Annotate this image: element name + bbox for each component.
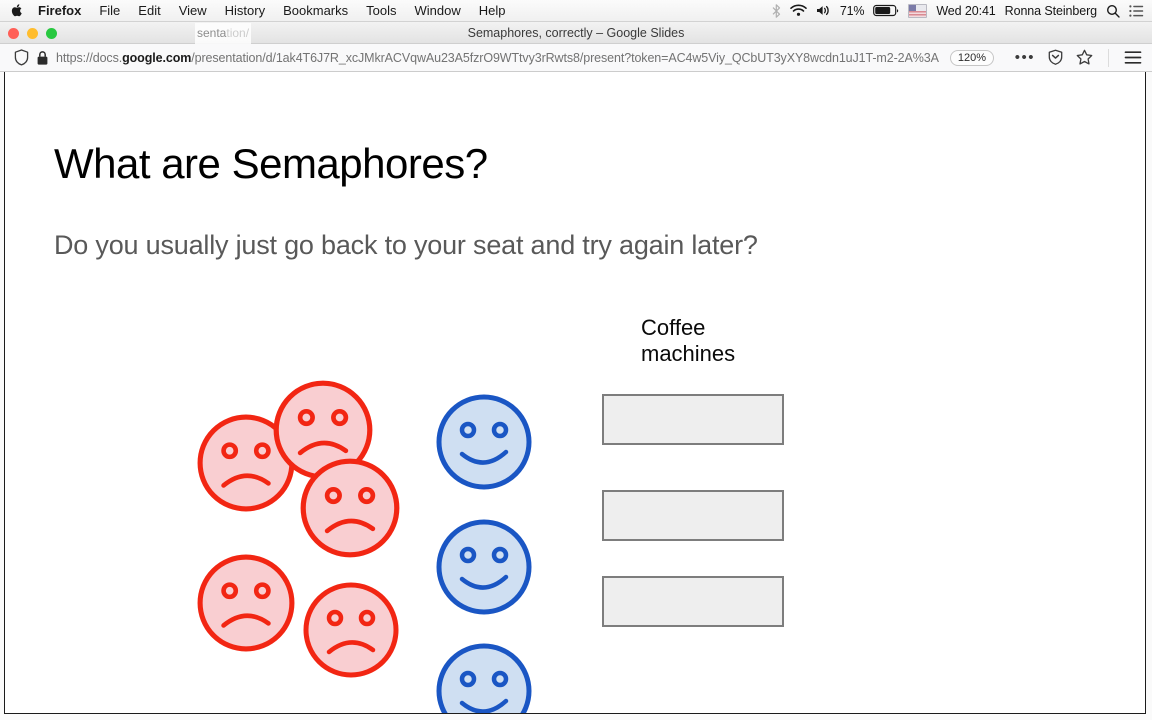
browser-nav-toolbar: https://docs.google.com/presentation/d/1… bbox=[0, 44, 1152, 72]
apple-logo-icon[interactable] bbox=[10, 3, 24, 19]
sad-face-3 bbox=[298, 456, 402, 560]
battery-percent-label: 71% bbox=[839, 3, 865, 18]
search-icon[interactable] bbox=[1106, 4, 1120, 18]
menu-firefox[interactable]: Firefox bbox=[34, 0, 90, 22]
toolbar-action-icons: ••• bbox=[1005, 48, 1144, 67]
ellipsis-icon[interactable]: ••• bbox=[1015, 50, 1035, 65]
menu-bar-status-items: 71% Wed 20:41 Ronna Steinberg bbox=[772, 3, 1144, 18]
toolbar-divider bbox=[1108, 48, 1109, 67]
window-title: Semaphores, correctly – Google Slides bbox=[467, 26, 685, 40]
macos-menu-bar: Firefox File Edit View History Bookmarks… bbox=[0, 0, 1152, 22]
address-bar[interactable]: https://docs.google.com/presentation/d/1… bbox=[8, 47, 1005, 69]
coffee-machine-slot-3 bbox=[602, 576, 784, 627]
coffee-machines-label: Coffee machines bbox=[641, 315, 761, 367]
pocket-shield-icon[interactable] bbox=[1047, 49, 1064, 66]
menu-view[interactable]: View bbox=[170, 0, 216, 22]
menu-help[interactable]: Help bbox=[470, 0, 515, 22]
url-prefix: https://docs. bbox=[56, 50, 123, 65]
volume-icon[interactable] bbox=[816, 4, 831, 17]
battery-icon[interactable] bbox=[873, 4, 899, 17]
screen: Firefox File Edit View History Bookmarks… bbox=[0, 0, 1152, 720]
menu-history[interactable]: History bbox=[216, 0, 274, 22]
coffee-machine-slot-1 bbox=[602, 394, 784, 445]
menu-edit[interactable]: Edit bbox=[129, 0, 169, 22]
url-suffix: /presentation/d/1ak4T6J7R_xcJMkrACVqwAu2… bbox=[191, 50, 939, 65]
slide-subtitle: Do you usually just go back to your seat… bbox=[54, 230, 758, 260]
url-domain: google.com bbox=[122, 50, 192, 65]
control-center-icon[interactable] bbox=[1129, 4, 1144, 17]
zoom-level-badge[interactable]: 120% bbox=[949, 49, 994, 66]
sad-face-4 bbox=[195, 552, 297, 654]
url-text: https://docs.google.com/presentation/d/1… bbox=[56, 51, 939, 65]
happy-face-2 bbox=[434, 517, 534, 617]
tracking-protection-icon[interactable] bbox=[14, 49, 29, 66]
menu-tools[interactable]: Tools bbox=[357, 0, 405, 22]
happy-face-3 bbox=[434, 641, 534, 713]
padlock-icon[interactable] bbox=[36, 50, 49, 66]
coffee-machine-slot-2 bbox=[602, 490, 784, 541]
menu-bar-app-menus: Firefox File Edit View History Bookmarks… bbox=[10, 0, 515, 22]
wifi-icon[interactable] bbox=[790, 4, 807, 17]
happy-face-1 bbox=[434, 392, 534, 492]
menu-window[interactable]: Window bbox=[406, 0, 470, 22]
slide-canvas[interactable]: What are Semaphores? Do you usually just… bbox=[4, 72, 1146, 714]
star-icon[interactable] bbox=[1076, 49, 1093, 66]
coffee-machines-label-line2: machines bbox=[641, 341, 736, 366]
presentation-viewport: What are Semaphores? Do you usually just… bbox=[0, 72, 1152, 720]
menu-bar-user-name[interactable]: Ronna Steinberg bbox=[1005, 4, 1097, 18]
menu-bar-clock[interactable]: Wed 20:41 bbox=[936, 4, 995, 18]
hamburger-menu-icon[interactable] bbox=[1124, 50, 1142, 65]
browser-title-bar: sentation/ Semaphores, correctly – Googl… bbox=[0, 22, 1152, 44]
menu-file[interactable]: File bbox=[90, 0, 129, 22]
coffee-machines-label-line1: Coffee bbox=[641, 315, 706, 340]
slide-title: What are Semaphores? bbox=[54, 140, 488, 187]
sad-face-5 bbox=[301, 580, 401, 680]
us-flag-icon[interactable] bbox=[908, 3, 928, 18]
menu-bookmarks[interactable]: Bookmarks bbox=[274, 0, 357, 22]
bluetooth-icon[interactable] bbox=[772, 3, 781, 18]
